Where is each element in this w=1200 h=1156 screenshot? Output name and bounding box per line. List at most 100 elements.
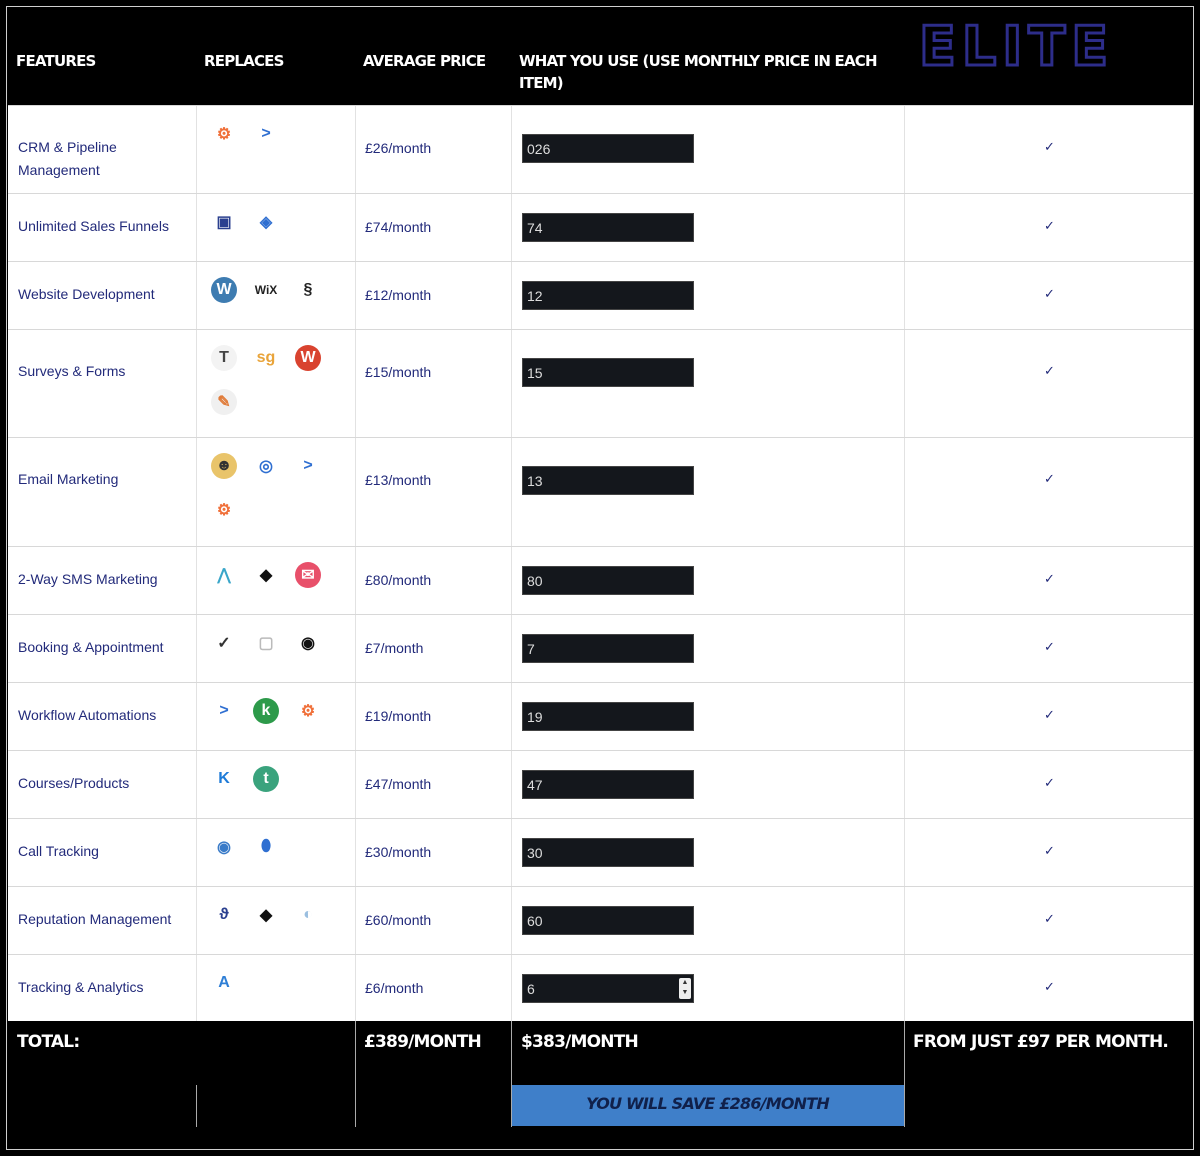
included-check-icon: ✓	[1044, 911, 1055, 926]
monthly-price-input[interactable]: 15	[522, 358, 694, 387]
keap-icon: k	[253, 698, 279, 724]
globe-icon: ◐	[303, 906, 313, 923]
number-stepper[interactable]: ▲ ▼	[679, 978, 691, 999]
column-divider	[511, 615, 512, 682]
footer-divider	[196, 1085, 197, 1127]
table-row: Call Tracking ◉ ⬮ £30/month 30 ✓	[8, 818, 1193, 886]
footer-divider	[355, 1021, 356, 1127]
wordpress-icon: W	[211, 277, 237, 303]
feature-name: Courses/Products	[18, 775, 130, 791]
column-divider	[355, 194, 356, 261]
monthly-price-input[interactable]: 74	[522, 213, 694, 242]
average-price: £13/month	[365, 472, 432, 488]
column-divider	[511, 194, 512, 261]
calendar-icon: ▢	[258, 635, 274, 652]
header-features: Features	[16, 52, 96, 70]
monthly-price-input[interactable]: 60	[522, 906, 694, 935]
average-price: £6/month	[365, 980, 424, 996]
column-divider	[511, 683, 512, 750]
table-row: 2-Way SMS Marketing ⋀ ◆ ✉ £80/month 80 ✓	[8, 546, 1193, 614]
clickfunnels-icon: ▣	[216, 214, 232, 231]
feature-name: Surveys & Forms	[18, 363, 126, 379]
column-divider	[904, 683, 905, 750]
column-divider	[511, 438, 512, 546]
table-row: Reputation Management ϑ ◆ ◐ £60/month 60 ✓	[8, 886, 1193, 954]
monthly-price-input[interactable]: 47	[522, 770, 694, 799]
column-divider	[511, 262, 512, 329]
monthly-price-input[interactable]: 7	[522, 634, 694, 663]
column-divider	[355, 262, 356, 329]
surveygizmo-icon: sg	[256, 349, 276, 366]
google-analytics-icon: A	[218, 974, 230, 991]
monthly-price-input[interactable]: 6 ▲ ▼	[522, 974, 694, 1003]
header-replaces: Replaces	[204, 52, 284, 70]
included-check-icon: ✓	[1044, 843, 1055, 858]
wix-icon: WiX	[254, 283, 278, 297]
column-divider	[196, 194, 197, 261]
average-price: £7/month	[365, 640, 424, 656]
average-price: £47/month	[365, 776, 432, 792]
elite-price: From just £97 per month.	[913, 1032, 1169, 1052]
column-divider	[196, 106, 197, 193]
included-check-icon: ✓	[1044, 286, 1055, 301]
comparison-table: Features Replaces Average Price What you…	[6, 6, 1194, 1150]
column-divider	[196, 615, 197, 682]
column-divider	[904, 262, 905, 329]
column-divider	[904, 438, 905, 546]
column-divider	[904, 887, 905, 954]
average-price: £60/month	[365, 912, 432, 928]
monthly-price-input[interactable]: 12	[522, 281, 694, 310]
layers-icon: ◈	[259, 214, 273, 231]
column-divider	[196, 330, 197, 437]
feature-name: Workflow Automations	[18, 707, 157, 723]
column-divider	[355, 330, 356, 437]
included-check-icon: ✓	[1044, 139, 1055, 154]
arrow-chevron-icon: >	[261, 125, 271, 142]
your-total: $383/month	[521, 1032, 639, 1052]
monthly-price-input[interactable]: 026	[522, 134, 694, 163]
footer-divider	[904, 1021, 905, 1127]
table-header: Features Replaces Average Price What you…	[7, 7, 1193, 105]
column-divider	[355, 751, 356, 818]
table-footer: Total: £389/month $383/month From just £…	[8, 1021, 1193, 1149]
total-label: Total:	[17, 1032, 80, 1052]
constant-contact-icon: ◎	[259, 458, 273, 475]
monthly-price-input[interactable]: 13	[522, 466, 694, 495]
feature-name: Email Marketing	[18, 471, 119, 487]
typeform-icon: T	[211, 345, 237, 371]
table-row: Courses/Products Kt £47/month 47 ✓	[8, 750, 1193, 818]
column-divider	[904, 106, 905, 193]
average-price: £30/month	[365, 844, 432, 860]
column-divider	[511, 106, 512, 193]
column-divider	[904, 330, 905, 437]
column-divider	[355, 615, 356, 682]
kajabi-icon: K	[218, 770, 230, 787]
column-divider	[904, 615, 905, 682]
monthly-price-input[interactable]: 19	[522, 702, 694, 731]
envelope-icon: ✉	[295, 562, 321, 588]
callrail-icon: ◉	[217, 839, 231, 856]
header-average-price: Average Price	[363, 52, 486, 70]
column-divider	[355, 547, 356, 614]
feature-name: CRM & Pipeline Management	[18, 139, 117, 178]
column-divider	[355, 955, 356, 1021]
monthly-price-input[interactable]: 30	[522, 838, 694, 867]
table-row: Website Development W WiX § £12/month 12 ✓	[8, 261, 1193, 329]
column-divider	[355, 438, 356, 546]
included-check-icon: ✓	[1044, 979, 1055, 994]
podium-icon: ◆	[259, 907, 273, 924]
column-divider	[196, 819, 197, 886]
included-check-icon: ✓	[1044, 707, 1055, 722]
column-divider	[511, 547, 512, 614]
column-divider	[196, 955, 197, 1021]
column-divider	[196, 751, 197, 818]
podium-icon: ◆	[259, 567, 273, 584]
feature-name: Website Development	[18, 286, 155, 302]
average-price: £80/month	[365, 572, 432, 588]
monthly-price-input[interactable]: 80	[522, 566, 694, 595]
column-divider	[196, 262, 197, 329]
hubspot-icon: ⚙	[300, 703, 316, 720]
column-divider	[196, 438, 197, 546]
table-row: Unlimited Sales Funnels ▣ ◈ £74/month 74 ✓	[8, 193, 1193, 261]
hubspot-icon: ⚙	[216, 126, 232, 143]
